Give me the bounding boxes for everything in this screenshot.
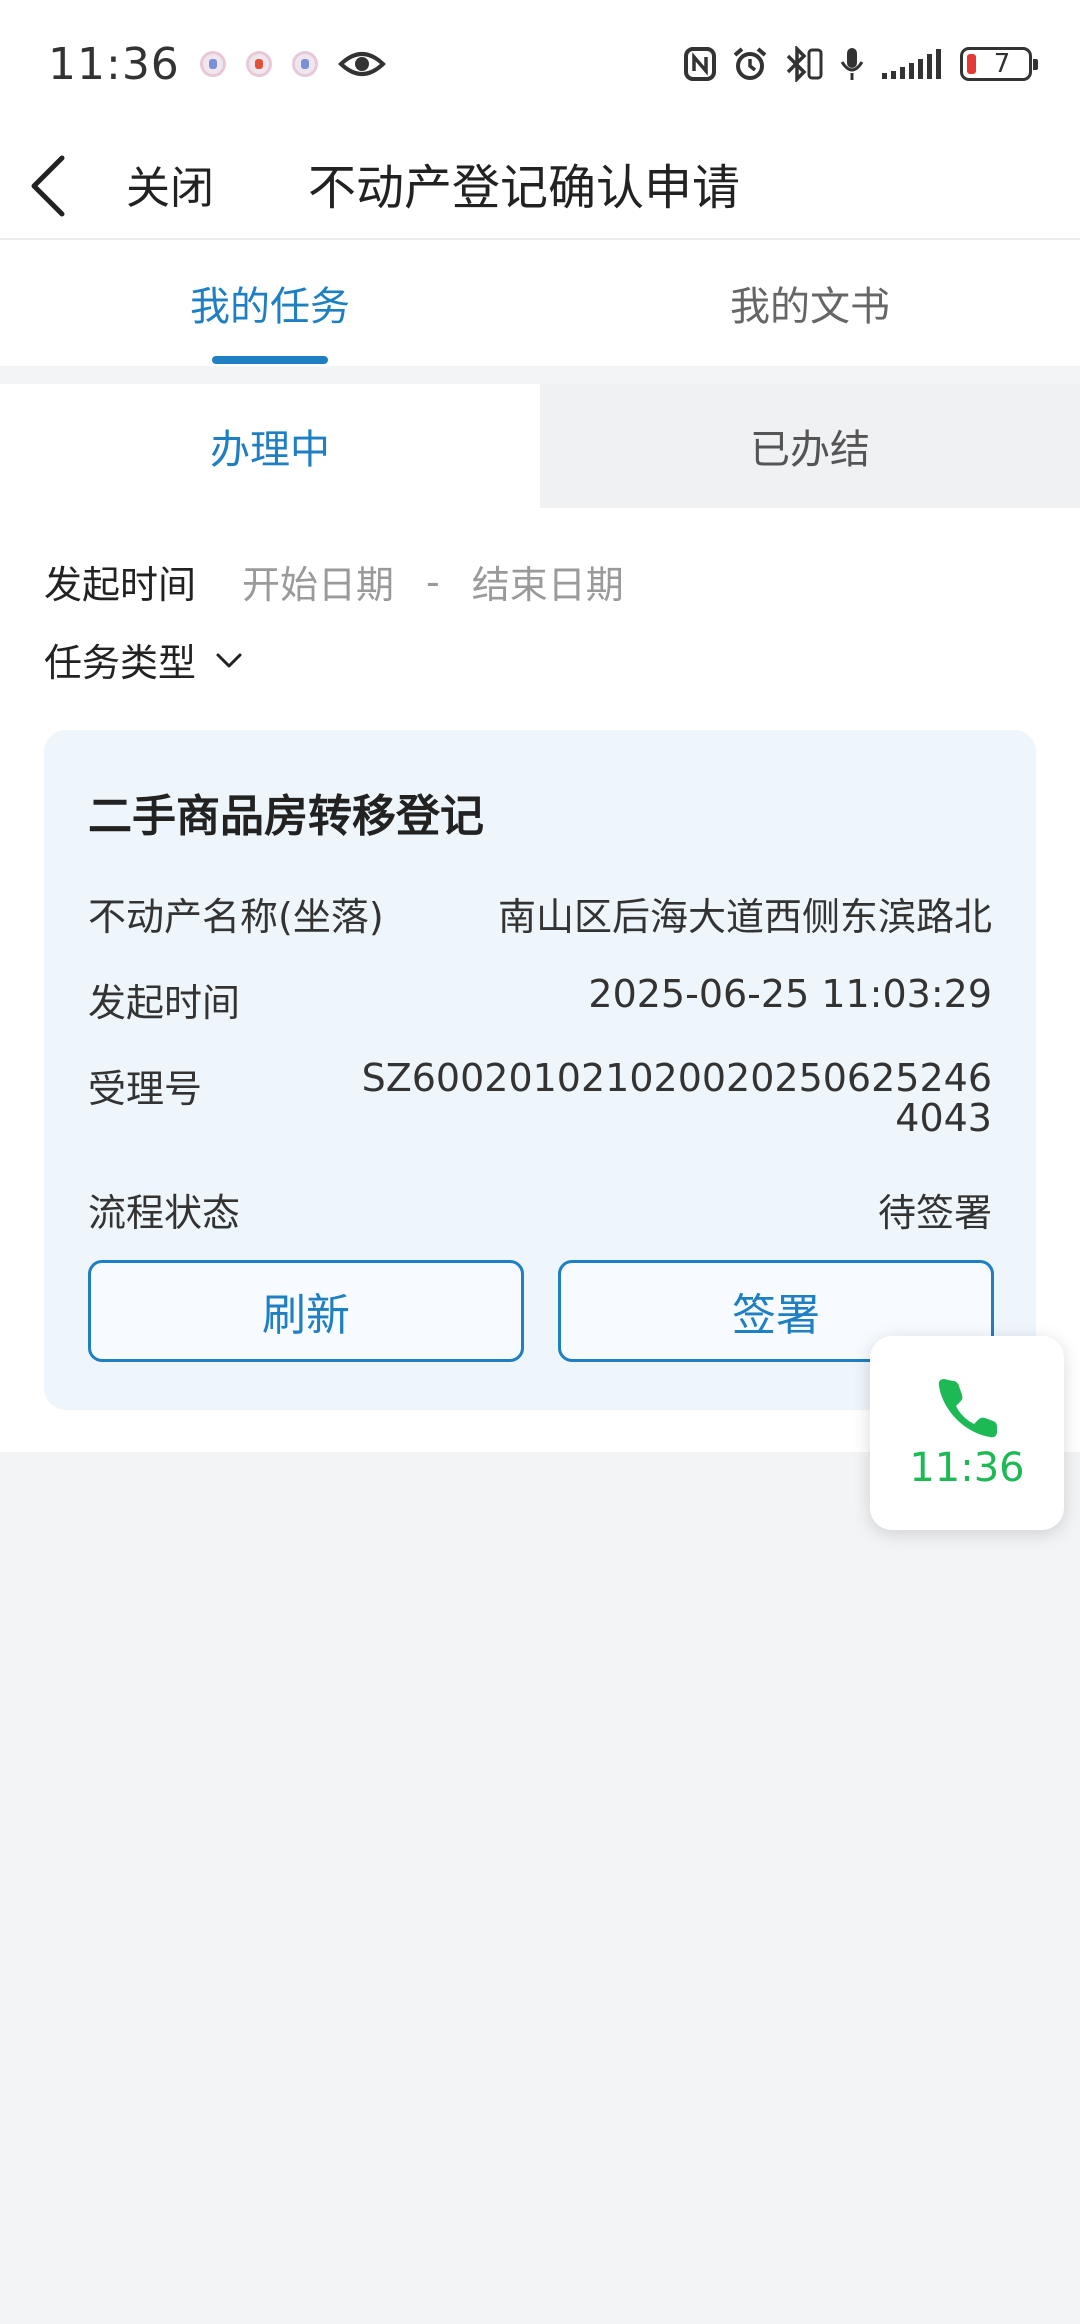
refresh-button[interactable]: 刷新: [88, 1260, 524, 1362]
tab-my-tasks[interactable]: 我的任务: [0, 240, 540, 366]
page-title: 不动产登记确认申请: [308, 160, 741, 216]
notification-icon: [291, 51, 318, 77]
refresh-button-label: 刷新: [262, 1290, 350, 1341]
sign-button-label: 签署: [732, 1290, 820, 1341]
chevron-left-icon[interactable]: [22, 150, 82, 220]
status-left: 11:36: [48, 39, 386, 90]
tab-label: 办理中: [210, 427, 330, 473]
status-time: 11:36: [48, 38, 180, 90]
task-type-dropdown[interactable]: 任务类型: [44, 632, 244, 687]
main-tabs: 我的任务 我的文书: [0, 240, 1080, 366]
status-bar: 11:36 7: [0, 0, 1080, 128]
task-card: 二手商品房转移登记 不动产名称(坐落) 南山区后海大道西侧东滨路北 发起时间 2…: [44, 730, 1036, 1410]
accept-no-value: SZ6002010210200202506252464043: [361, 1056, 992, 1140]
start-time-filter-label: 发起时间: [44, 563, 197, 607]
eye-icon: [337, 52, 386, 76]
accept-no-label: 受理号: [88, 1067, 203, 1111]
nav-bar: 关闭 不动产登记确认申请: [0, 128, 1080, 240]
task-card-title: 二手商品房转移登记: [88, 791, 484, 842]
property-name-value: 南山区后海大道西侧东滨路北: [497, 895, 992, 939]
chevron-down-icon: [216, 653, 242, 667]
status-value: 待签署: [877, 1191, 992, 1235]
close-button[interactable]: 关闭: [126, 152, 214, 216]
alarm-icon: [733, 47, 767, 80]
tab-label: 已办结: [750, 427, 870, 473]
property-name-row: 不动产名称(坐落) 南山区后海大道西侧东滨路北: [88, 886, 992, 941]
date-separator: -: [426, 559, 440, 604]
bluetooth-icon: [786, 46, 823, 82]
call-duration: 11:36: [909, 1445, 1025, 1491]
start-time-row: 发起时间 2025-06-25 11:03:29: [88, 972, 992, 1027]
tab-label: 我的任务: [190, 284, 350, 330]
accept-no-row: 受理号 SZ6002010210200202506252464043: [88, 1058, 992, 1138]
date-filter: 发起时间 开始日期 - 结束日期: [44, 554, 624, 609]
property-name-label: 不动产名称(坐落): [88, 895, 384, 939]
status-label: 流程状态: [88, 1191, 241, 1235]
signal-icon: [882, 49, 941, 79]
notification-icon: [199, 51, 226, 77]
task-type-label: 任务类型: [44, 641, 197, 685]
tab-completed[interactable]: 已办结: [540, 384, 1080, 508]
call-widget[interactable]: 11:36: [870, 1336, 1064, 1530]
task-list-content: 发起时间 开始日期 - 结束日期 任务类型 二手商品房转移登记 不动产名称(坐落…: [0, 508, 1080, 1452]
tab-my-documents[interactable]: 我的文书: [540, 240, 1080, 366]
end-date-picker[interactable]: 结束日期: [472, 554, 624, 609]
nfc-icon: [684, 47, 716, 81]
tab-in-progress[interactable]: 办理中: [0, 384, 540, 508]
tab-label: 我的文书: [730, 284, 890, 330]
status-right: 7: [684, 46, 1038, 82]
phone-icon: [938, 1379, 997, 1438]
status-row: 流程状态 待签署: [88, 1182, 992, 1237]
battery-icon: 7: [960, 47, 1038, 81]
sub-tabs: 办理中 已办结: [0, 384, 1080, 508]
start-date-picker[interactable]: 开始日期: [242, 554, 394, 609]
battery-level: 7: [993, 49, 1011, 79]
microphone-icon: [840, 48, 864, 80]
notification-icon: [245, 51, 272, 77]
start-time-label: 发起时间: [88, 981, 241, 1025]
start-time-value: 2025-06-25 11:03:29: [588, 972, 992, 1016]
